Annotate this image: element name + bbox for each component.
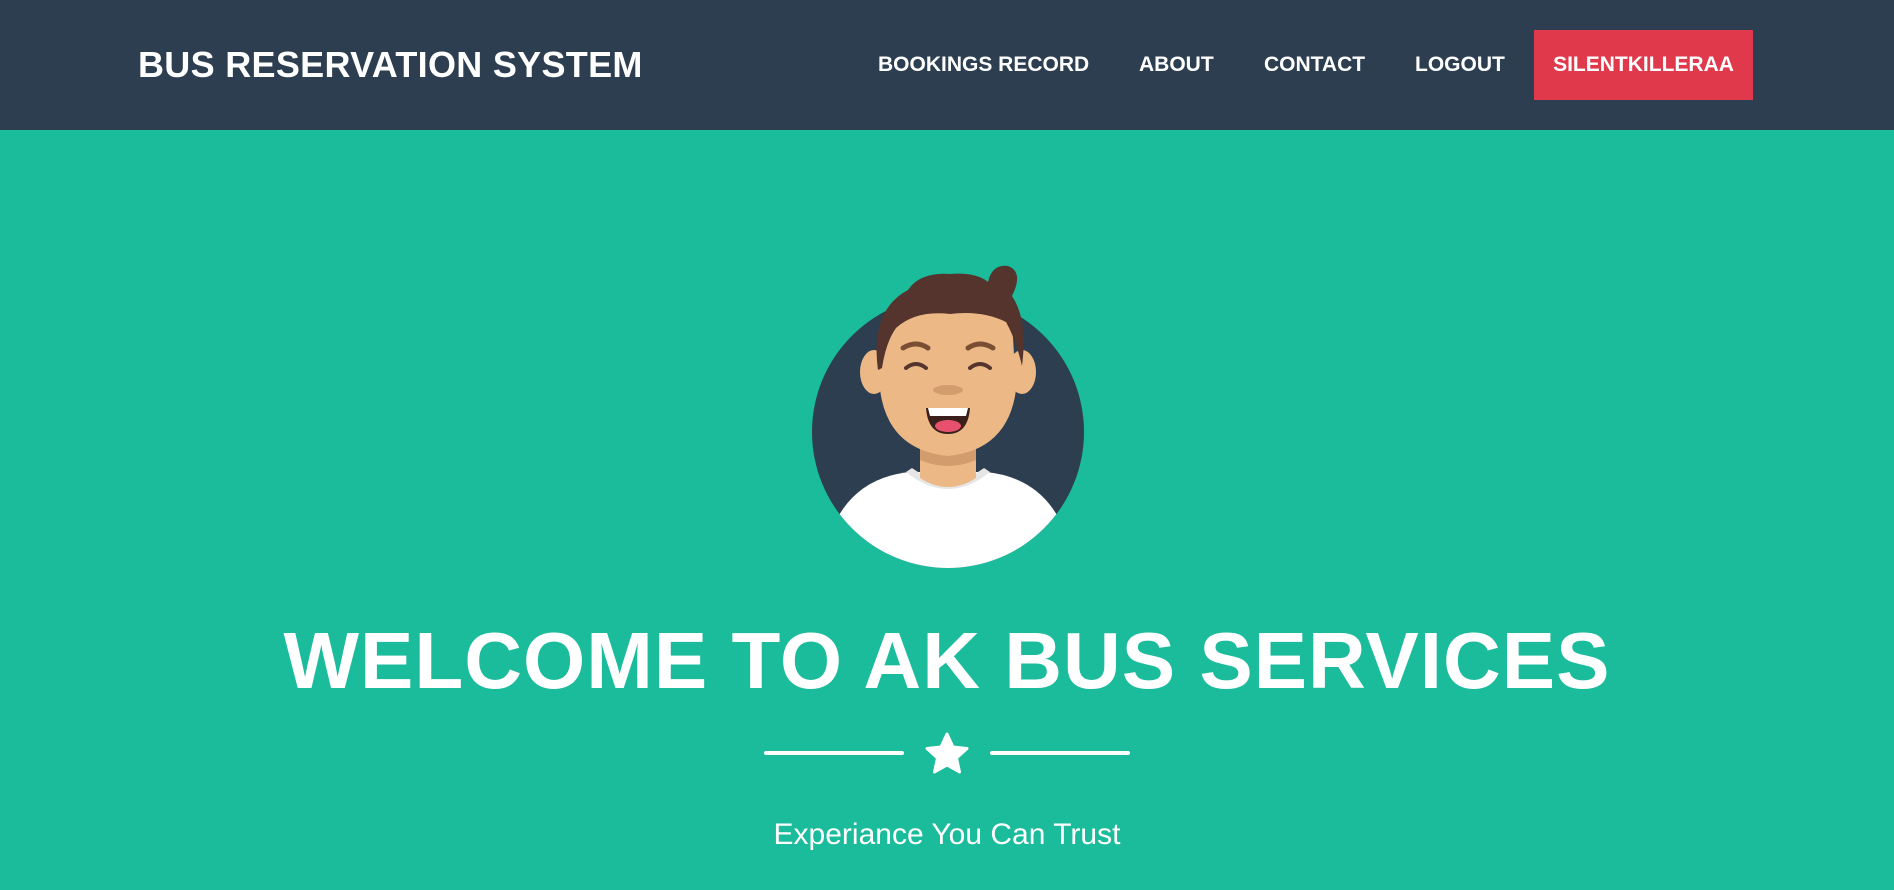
nav-logout[interactable]: LOGOUT (1415, 52, 1505, 78)
hero-subtitle: Experiance You Can Trust (773, 818, 1121, 851)
divider-line-left (764, 751, 904, 755)
star-icon (925, 732, 969, 774)
star-divider (764, 732, 1130, 774)
user-account-button[interactable]: SILENTKILLERAA (1534, 30, 1753, 100)
nav-contact[interactable]: CONTACT (1264, 52, 1365, 78)
nav-about[interactable]: ABOUT (1139, 52, 1214, 78)
navbar: BUS RESERVATION SYSTEM BOOKINGS RECORD A… (0, 0, 1894, 130)
welcome-title: WELCOME TO AK BUS SERVICES (283, 616, 1611, 705)
avatar-icon (812, 265, 1084, 568)
nav-bookings-record[interactable]: BOOKINGS RECORD (878, 52, 1089, 78)
divider-line-right (990, 751, 1130, 755)
brand-title[interactable]: BUS RESERVATION SYSTEM (138, 41, 643, 89)
